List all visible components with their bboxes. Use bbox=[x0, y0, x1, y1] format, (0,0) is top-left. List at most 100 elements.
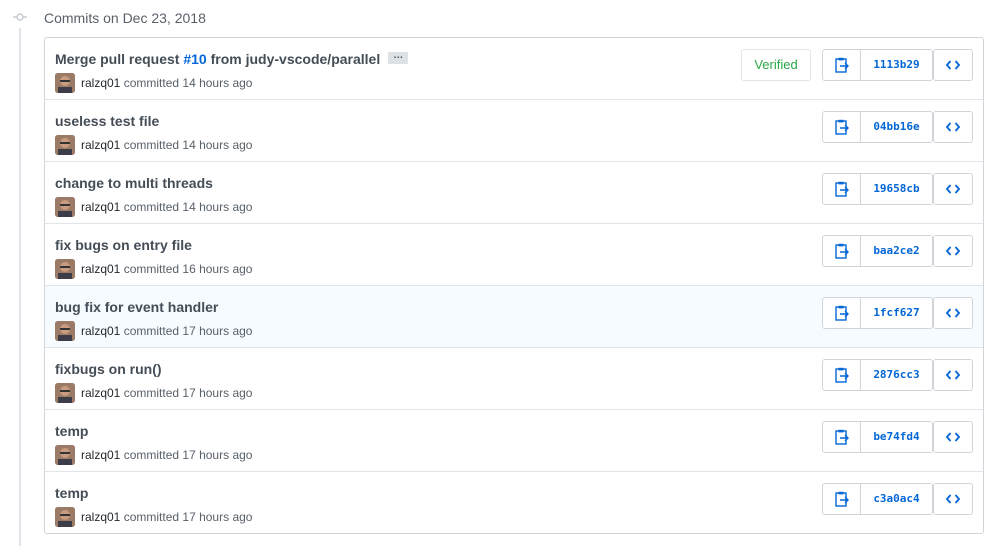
commit-meta: ralzq01 committed 17 hours ago bbox=[55, 507, 252, 527]
commit-sha-link[interactable]: c3a0ac4 bbox=[861, 483, 933, 515]
commit-sha-link[interactable]: 2876cc3 bbox=[861, 359, 933, 391]
commit-meta: ralzq01 committed 14 hours ago bbox=[55, 135, 252, 155]
user-avatar[interactable] bbox=[55, 73, 75, 93]
sha-group: 1fcf627 bbox=[822, 297, 933, 329]
commit-sha-link[interactable]: 19658cb bbox=[861, 173, 933, 205]
commit-meta: ralzq01 committed 14 hours ago bbox=[55, 197, 252, 217]
commit-message[interactable]: fixbugs on run() bbox=[55, 360, 162, 378]
commit-row: useless test file ralzq01 committed 14 h… bbox=[45, 99, 983, 161]
commit-row: fixbugs on run() ralzq01 committed 17 ho… bbox=[45, 347, 983, 409]
copy-sha-button[interactable] bbox=[822, 173, 861, 205]
code-icon bbox=[946, 60, 960, 70]
commit-meta: ralzq01 committed 14 hours ago bbox=[55, 73, 252, 93]
code-icon bbox=[946, 308, 960, 318]
clipboard-icon bbox=[834, 429, 849, 445]
commit-sha-link[interactable]: be74fd4 bbox=[861, 421, 933, 453]
commit-meta: ralzq01 committed 17 hours ago bbox=[55, 445, 252, 465]
browse-repo-button[interactable] bbox=[933, 173, 973, 205]
commit-author[interactable]: ralzq01 bbox=[81, 200, 120, 214]
commit-row: Merge pull request #10 from judy-vscode/… bbox=[45, 38, 983, 99]
commit-author[interactable]: ralzq01 bbox=[81, 386, 120, 400]
browse-repo-button[interactable] bbox=[933, 235, 973, 267]
commit-row: fix bugs on entry file ralzq01 committed… bbox=[45, 223, 983, 285]
user-avatar[interactable] bbox=[55, 383, 75, 403]
sha-group: be74fd4 bbox=[822, 421, 933, 453]
copy-sha-button[interactable] bbox=[822, 235, 861, 267]
commit-message[interactable]: Merge pull request #10 from judy-vscode/… bbox=[55, 50, 409, 68]
browse-repo-button[interactable] bbox=[933, 421, 973, 453]
commit-row: bug fix for event handler ralzq01 commit… bbox=[45, 285, 983, 347]
commit-time: 17 hours ago bbox=[182, 448, 253, 462]
browse-repo-button[interactable] bbox=[933, 359, 973, 391]
commit-time: 17 hours ago bbox=[182, 386, 253, 400]
commit-author[interactable]: ralzq01 bbox=[81, 76, 120, 90]
copy-sha-button[interactable] bbox=[822, 297, 861, 329]
sha-group: c3a0ac4 bbox=[822, 483, 933, 515]
sha-group: 19658cb bbox=[822, 173, 933, 205]
commit-message[interactable]: bug fix for event handler bbox=[55, 298, 218, 316]
commit-meta: ralzq01 committed 16 hours ago bbox=[55, 259, 252, 279]
commit-time: 17 hours ago bbox=[182, 324, 253, 338]
code-icon bbox=[946, 432, 960, 442]
commit-author[interactable]: ralzq01 bbox=[81, 448, 120, 462]
clipboard-icon bbox=[834, 367, 849, 383]
commit-sha-link[interactable]: 04bb16e bbox=[861, 111, 933, 143]
copy-sha-button[interactable] bbox=[822, 421, 861, 453]
commit-row: temp ralzq01 committed 17 hours ago be74… bbox=[45, 409, 983, 471]
commit-row: temp ralzq01 committed 17 hours ago c3a0… bbox=[45, 471, 983, 533]
commit-row: change to multi threads ralzq01 committe… bbox=[45, 161, 983, 223]
code-icon bbox=[946, 122, 960, 132]
commit-author[interactable]: ralzq01 bbox=[81, 510, 120, 524]
clipboard-icon bbox=[834, 119, 849, 135]
clipboard-icon bbox=[834, 305, 849, 321]
commit-author[interactable]: ralzq01 bbox=[81, 324, 120, 338]
code-icon bbox=[946, 494, 960, 504]
clipboard-icon bbox=[834, 243, 849, 259]
user-avatar[interactable] bbox=[55, 197, 75, 217]
commit-time: 16 hours ago bbox=[182, 262, 253, 276]
code-icon bbox=[946, 370, 960, 380]
timeline-line bbox=[19, 28, 21, 546]
commit-time: 17 hours ago bbox=[182, 510, 253, 524]
pull-request-link[interactable]: #10 bbox=[183, 51, 206, 67]
commit-meta: ralzq01 committed 17 hours ago bbox=[55, 383, 252, 403]
commit-sha-link[interactable]: 1113b29 bbox=[861, 49, 933, 81]
sha-group: baa2ce2 bbox=[822, 235, 933, 267]
commit-sha-link[interactable]: 1fcf627 bbox=[861, 297, 933, 329]
commit-list: Merge pull request #10 from judy-vscode/… bbox=[44, 37, 984, 534]
commit-author[interactable]: ralzq01 bbox=[81, 262, 120, 276]
browse-repo-button[interactable] bbox=[933, 297, 973, 329]
code-icon bbox=[946, 184, 960, 194]
user-avatar[interactable] bbox=[55, 135, 75, 155]
browse-repo-button[interactable] bbox=[933, 49, 973, 81]
verified-badge[interactable]: Verified bbox=[741, 49, 811, 81]
commit-message[interactable]: useless test file bbox=[55, 112, 159, 130]
user-avatar[interactable] bbox=[55, 321, 75, 341]
commit-group-title: Commits on Dec 23, 2018 bbox=[44, 10, 206, 26]
commit-message[interactable]: change to multi threads bbox=[55, 174, 213, 192]
commit-message[interactable]: temp bbox=[55, 422, 88, 440]
copy-sha-button[interactable] bbox=[822, 111, 861, 143]
browse-repo-button[interactable] bbox=[933, 111, 973, 143]
clipboard-icon bbox=[834, 57, 849, 73]
commit-author[interactable]: ralzq01 bbox=[81, 138, 120, 152]
user-avatar[interactable] bbox=[55, 445, 75, 465]
sha-group: 04bb16e bbox=[822, 111, 933, 143]
code-icon bbox=[946, 246, 960, 256]
commit-sha-link[interactable]: baa2ce2 bbox=[861, 235, 933, 267]
commit-message[interactable]: temp bbox=[55, 484, 88, 502]
copy-sha-button[interactable] bbox=[822, 359, 861, 391]
commit-meta: ralzq01 committed 17 hours ago bbox=[55, 321, 252, 341]
clipboard-icon bbox=[834, 491, 849, 507]
sha-group: 2876cc3 bbox=[822, 359, 933, 391]
commit-time: 14 hours ago bbox=[182, 76, 253, 90]
commit-message[interactable]: fix bugs on entry file bbox=[55, 236, 192, 254]
user-avatar[interactable] bbox=[55, 507, 75, 527]
copy-sha-button[interactable] bbox=[822, 49, 861, 81]
clipboard-icon bbox=[834, 181, 849, 197]
user-avatar[interactable] bbox=[55, 259, 75, 279]
git-commit-icon bbox=[13, 12, 27, 22]
browse-repo-button[interactable] bbox=[933, 483, 973, 515]
copy-sha-button[interactable] bbox=[822, 483, 861, 515]
expand-message-button[interactable]: … bbox=[388, 51, 409, 65]
